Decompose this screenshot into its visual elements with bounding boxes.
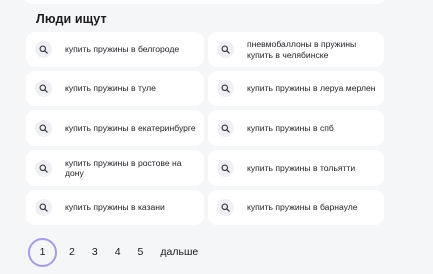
section-title: Люди ищут bbox=[36, 12, 107, 26]
related-queries-grid: купить пружины в белгороде пневмобаллоны… bbox=[26, 32, 384, 225]
page-link-3[interactable]: 3 bbox=[92, 246, 98, 258]
search-icon bbox=[217, 159, 234, 177]
current-page[interactable]: 1 bbox=[28, 237, 57, 267]
search-icon bbox=[35, 80, 52, 97]
pagination: 1 2 3 4 5 дальше bbox=[28, 236, 198, 268]
search-icon bbox=[35, 199, 52, 216]
page-link-2[interactable]: 2 bbox=[69, 246, 75, 258]
query-card[interactable]: пневмобаллоны в пружины купить в челябин… bbox=[208, 32, 384, 67]
query-label: купить пружины в казани bbox=[65, 202, 165, 213]
query-card[interactable]: купить пружины в барнауле bbox=[208, 190, 384, 225]
search-icon bbox=[217, 199, 234, 216]
query-card[interactable]: купить пружины в спб bbox=[208, 110, 384, 146]
query-card[interactable]: купить пружины в тольятти bbox=[208, 150, 384, 186]
query-label: купить пружины в туле bbox=[65, 83, 156, 94]
next-page-link[interactable]: дальше bbox=[160, 246, 198, 258]
page-link-4[interactable]: 4 bbox=[115, 246, 121, 258]
query-label: купить пружины в ростове на дону bbox=[65, 157, 182, 179]
query-label: пневмобаллоны в пружины купить в челябин… bbox=[247, 39, 357, 60]
query-label: купить пружины в белгороде bbox=[65, 44, 180, 55]
search-icon bbox=[217, 41, 234, 58]
query-label: купить пружины в екатеринбурге bbox=[65, 122, 196, 133]
search-icon bbox=[35, 159, 52, 177]
query-card[interactable]: купить пружины в ростове на дону bbox=[26, 150, 204, 186]
query-card[interactable]: купить пружины в белгороде bbox=[26, 32, 204, 67]
query-label: купить пружины в спб bbox=[247, 122, 334, 133]
query-card[interactable]: купить пружины в леруа мерлен bbox=[208, 71, 384, 106]
previous-block-card bbox=[20, 0, 390, 4]
search-icon bbox=[35, 41, 52, 58]
query-label: купить пружины в тольятти bbox=[247, 162, 356, 173]
query-card[interactable]: купить пружины в екатеринбурге bbox=[26, 110, 204, 146]
query-card[interactable]: купить пружины в казани bbox=[26, 190, 204, 225]
query-label: купить пружины в леруа мерлен bbox=[247, 83, 376, 94]
search-icon bbox=[35, 119, 52, 137]
query-card[interactable]: купить пружины в туле bbox=[26, 71, 204, 106]
query-label: купить пружины в барнауле bbox=[247, 202, 358, 213]
page-link-5[interactable]: 5 bbox=[138, 246, 144, 258]
search-icon bbox=[217, 80, 234, 97]
search-icon bbox=[217, 119, 234, 137]
